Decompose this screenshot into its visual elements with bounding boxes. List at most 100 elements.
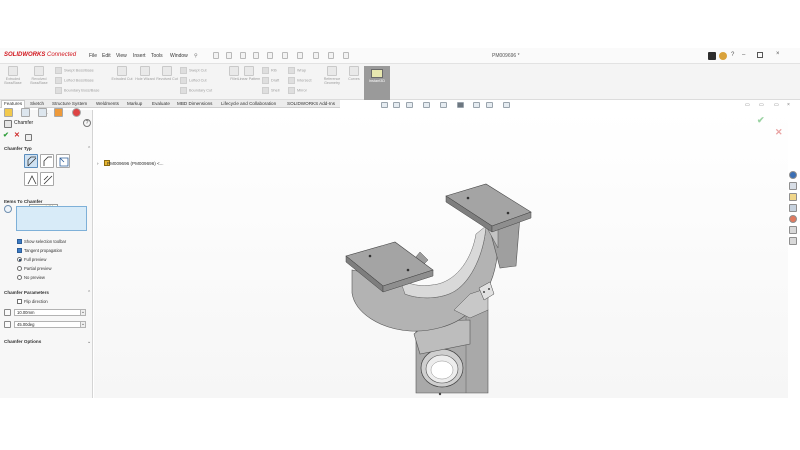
- draft-button[interactable]: Draft: [262, 77, 279, 84]
- file-explorer-icon[interactable]: [789, 193, 797, 201]
- confirm-cancel-icon[interactable]: ✕: [775, 127, 783, 138]
- previous-view-icon[interactable]: [406, 102, 413, 108]
- maximize-icon[interactable]: [757, 52, 763, 58]
- chamfer-type-heading[interactable]: Chamfer Typ ⌃: [4, 146, 91, 152]
- tab-evaluate[interactable]: Evaluate: [152, 101, 170, 106]
- show-selection-toolbar-checkbox[interactable]: [17, 239, 22, 244]
- new-file-icon[interactable]: [226, 52, 232, 59]
- cancel-button[interactable]: ✕: [14, 131, 20, 139]
- tab-weldments[interactable]: Weldments: [96, 101, 119, 106]
- angle-spinner[interactable]: ▴: [80, 322, 85, 327]
- partial-preview-radio[interactable]: [17, 266, 22, 271]
- minimize-icon[interactable]: –: [742, 52, 745, 58]
- tab-lifecycle-collaboration[interactable]: Lifecycle and Collaboration: [221, 101, 276, 106]
- collapse-arrow-icon[interactable]: ⌃: [87, 146, 91, 152]
- custom-properties-icon[interactable]: [789, 226, 797, 234]
- lofted-boss-button[interactable]: Lofted Boss/Base: [55, 77, 94, 84]
- revolved-cut-button[interactable]: Revolved Cut: [154, 66, 180, 81]
- angle-distance-chamfer-button[interactable]: [24, 154, 38, 168]
- intersect-button[interactable]: Intersect: [288, 77, 312, 84]
- feature-tree-root[interactable]: PM009696 (PM009696) <...: [107, 161, 164, 166]
- viewport-minimize-icon[interactable]: ▭: [759, 102, 764, 108]
- appearances-icon[interactable]: [789, 215, 797, 223]
- boundary-boss-button[interactable]: Boundary Boss/Base: [55, 87, 99, 94]
- distance-distance-chamfer-button[interactable]: [40, 154, 54, 168]
- feature-manager-tab-icon[interactable]: [4, 108, 13, 117]
- ok-button[interactable]: ✔: [3, 131, 9, 139]
- boundary-cut-button[interactable]: Boundary Cut: [180, 87, 212, 94]
- distance-spinner[interactable]: ▴: [80, 310, 85, 315]
- menu-insert[interactable]: Insert: [133, 53, 146, 59]
- parameters-collapse-arrow-icon[interactable]: ⌃: [87, 290, 91, 296]
- tangent-propagation-checkbox[interactable]: [17, 248, 22, 253]
- options-gear-icon[interactable]: [343, 52, 349, 59]
- lofted-cut-button[interactable]: Lofted Cut: [180, 77, 207, 84]
- view-orientation-icon[interactable]: [440, 102, 447, 108]
- zoom-to-fit-icon[interactable]: [381, 102, 388, 108]
- viewport-close-icon[interactable]: ×: [787, 102, 790, 108]
- configuration-manager-tab-icon[interactable]: [38, 108, 47, 117]
- items-selection-box[interactable]: [16, 206, 87, 231]
- offset-face-chamfer-button[interactable]: [24, 172, 38, 186]
- tab-mbd-dimensions[interactable]: MBD Dimensions: [177, 101, 212, 106]
- save-icon[interactable]: [253, 52, 259, 59]
- hide-show-items-icon[interactable]: [473, 102, 480, 108]
- menu-view[interactable]: View: [116, 53, 127, 59]
- view-settings-icon[interactable]: [503, 102, 510, 108]
- help-circle-icon[interactable]: ?: [83, 119, 91, 127]
- rebuild-icon[interactable]: [313, 52, 319, 59]
- chamfer-options-heading[interactable]: Chamfer Options ⌄: [4, 339, 91, 345]
- print-icon[interactable]: [267, 52, 273, 59]
- tree-expand-arrow-icon[interactable]: ›: [97, 161, 99, 166]
- design-library-icon[interactable]: [789, 182, 797, 190]
- zoom-to-area-icon[interactable]: [393, 102, 400, 108]
- wrap-button[interactable]: Wrap: [288, 67, 306, 74]
- tab-solidworks-add-ins[interactable]: SOLIDWORKS Add-Ins: [287, 101, 335, 106]
- section-view-icon[interactable]: [423, 102, 430, 108]
- chamfer-parameters-heading[interactable]: Chamfer Parameters ⌃: [4, 290, 91, 296]
- options-expand-arrow-icon[interactable]: ⌄: [87, 339, 91, 345]
- part-model[interactable]: [330, 178, 540, 398]
- menu-window[interactable]: Window: [170, 53, 188, 59]
- menu-file[interactable]: File: [89, 53, 97, 59]
- solidworks-resources-pane-icon[interactable]: [789, 171, 797, 179]
- viewport-maximize-icon[interactable]: ▭: [774, 102, 779, 108]
- display-style-icon[interactable]: [457, 102, 464, 108]
- property-manager-tab-icon[interactable]: [21, 108, 30, 117]
- open-file-icon[interactable]: [240, 52, 246, 59]
- tab-markup[interactable]: Markup: [127, 101, 142, 106]
- home-icon[interactable]: [213, 52, 219, 59]
- select-icon[interactable]: [297, 52, 303, 59]
- keep-visible-pushpin-icon[interactable]: [25, 134, 32, 141]
- instant3d-button[interactable]: Instant3D: [364, 66, 390, 100]
- tab-structure-system[interactable]: Structure System: [52, 101, 87, 106]
- extruded-boss-button[interactable]: Extruded Boss/Base: [0, 66, 26, 85]
- shell-button[interactable]: Shell: [262, 87, 279, 94]
- revolved-boss-button[interactable]: Revolved Boss/Base: [26, 66, 52, 85]
- menu-tools[interactable]: Tools: [151, 53, 163, 59]
- app-logo[interactable]: SOLIDWORKS Connected: [4, 52, 76, 58]
- file-properties-icon[interactable]: [328, 52, 334, 59]
- view-palette-icon[interactable]: [789, 204, 797, 212]
- vertex-chamfer-button[interactable]: [56, 154, 70, 168]
- display-manager-tab-icon[interactable]: [72, 108, 81, 117]
- face-face-chamfer-button[interactable]: [40, 172, 54, 186]
- tab-features[interactable]: Features: [1, 100, 26, 108]
- pin-icon[interactable]: ⚲: [194, 53, 198, 59]
- menu-edit[interactable]: Edit: [102, 53, 111, 59]
- flip-direction-checkbox[interactable]: [17, 299, 22, 304]
- angle-field[interactable]: 45.00deg ▴: [14, 321, 86, 328]
- full-preview-radio[interactable]: [17, 257, 22, 262]
- solidworks-resources-icon[interactable]: [708, 52, 716, 60]
- tab-sketch[interactable]: Sketch: [30, 101, 44, 106]
- restore-icon[interactable]: ▭: [745, 102, 750, 108]
- dimxpert-tab-icon[interactable]: [54, 108, 63, 117]
- distance-field[interactable]: 10.00mm ▴: [14, 309, 86, 316]
- confirm-ok-icon[interactable]: ✔: [757, 115, 765, 126]
- close-icon[interactable]: ×: [776, 51, 780, 57]
- help-icon[interactable]: ?: [731, 52, 734, 58]
- no-preview-radio[interactable]: [17, 275, 22, 280]
- edit-appearance-icon[interactable]: [486, 102, 493, 108]
- undo-icon[interactable]: [282, 52, 288, 59]
- swept-boss-button[interactable]: Swept Boss/Base: [55, 67, 94, 74]
